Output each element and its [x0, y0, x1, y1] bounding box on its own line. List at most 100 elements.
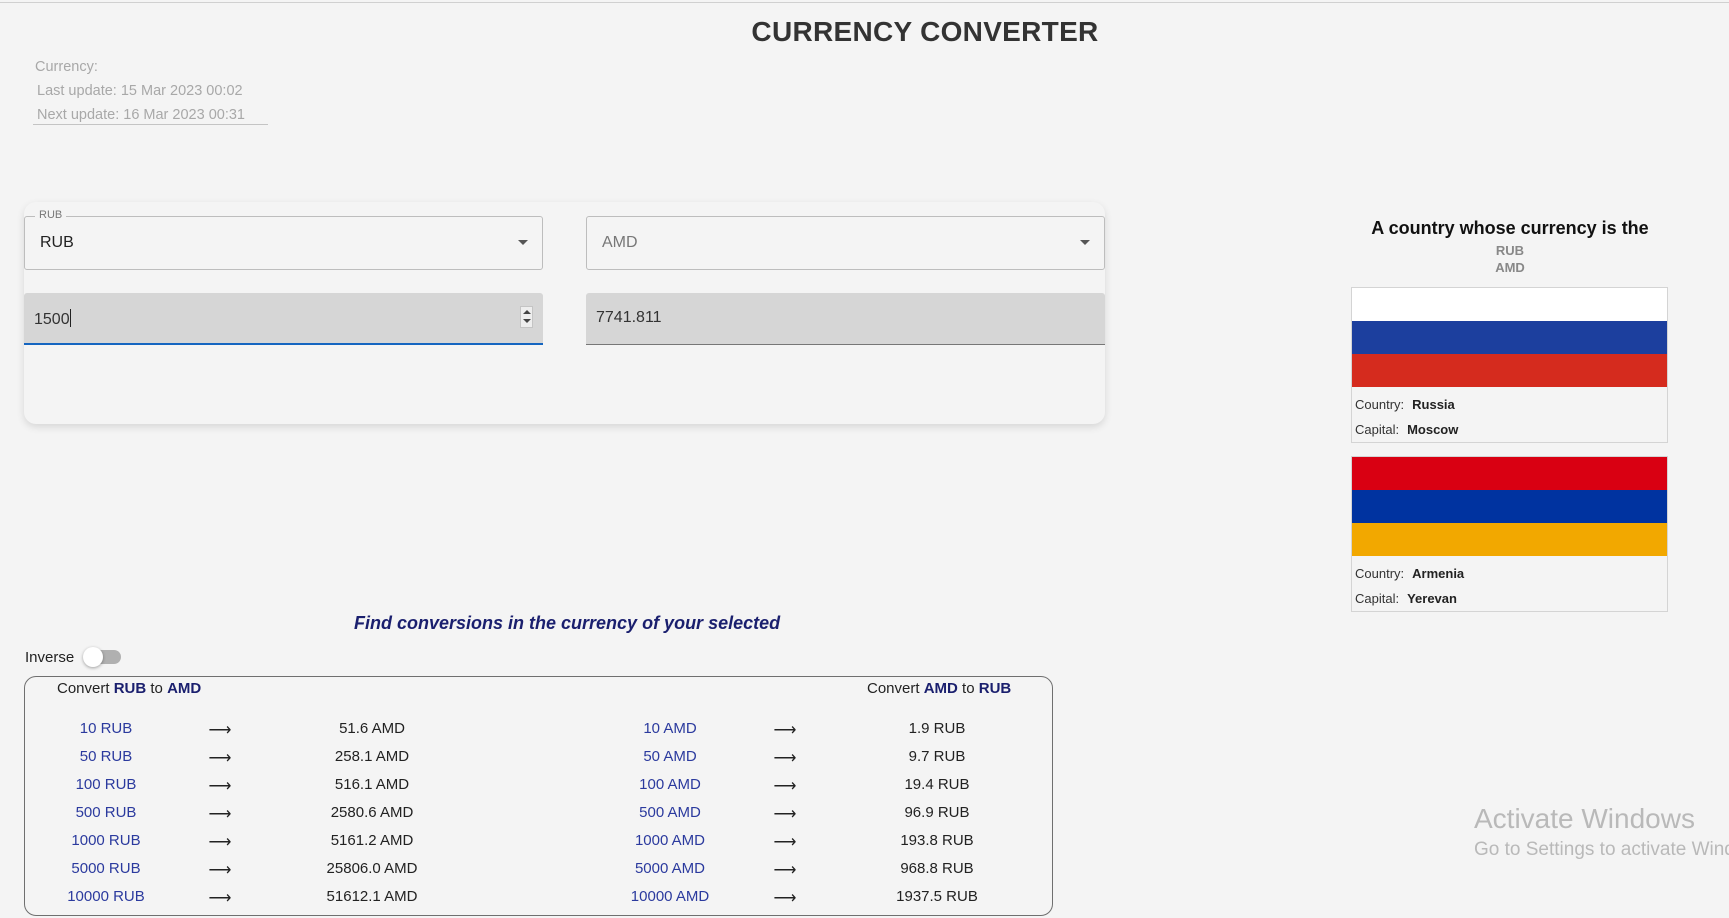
spinner-up-icon[interactable]	[523, 310, 531, 314]
page-title: CURRENCY CONVERTER	[751, 16, 1099, 47]
capital-name: Yerevan	[1407, 591, 1457, 606]
row-from-amount[interactable]: 5000 AMD	[616, 860, 724, 877]
capital-label: Capital:	[1355, 591, 1400, 606]
row-from-amount[interactable]: 10000 RUB	[52, 888, 160, 905]
info-underline	[33, 124, 268, 125]
right-table-header: Convert AMD to RUB	[867, 680, 1011, 697]
header-from-code: RUB	[113, 680, 147, 697]
row-from-amount[interactable]: 100 AMD	[616, 776, 724, 793]
row-from-amount[interactable]: 100 RUB	[52, 776, 160, 793]
amount-input-value[interactable]: 1500	[34, 311, 70, 328]
row-to-amount: 193.8 RUB	[900, 832, 974, 849]
arrow-right-icon: ⟶	[773, 806, 797, 823]
to-currency-value: AMD	[602, 234, 638, 251]
arrow-right-icon: ⟶	[208, 722, 232, 739]
arrow-right-icon: ⟶	[208, 890, 232, 907]
arrow-right-icon: ⟶	[773, 778, 797, 795]
row-from-amount[interactable]: 50 RUB	[52, 748, 160, 765]
currency-label: Currency:	[35, 59, 98, 75]
row-from-amount[interactable]: 10 AMD	[616, 720, 724, 737]
row-to-amount: 516.1 AMD	[334, 776, 410, 793]
result-output: 7741.811	[586, 293, 1105, 345]
top-divider	[0, 2, 1729, 3]
row-to-amount: 1937.5 RUB	[896, 888, 978, 905]
header-prefix: Convert	[57, 680, 110, 697]
country-code-to: AMD	[1495, 260, 1525, 275]
country-line: Country: Russia	[1355, 397, 1455, 412]
row-from-amount[interactable]: 5000 RUB	[52, 860, 160, 877]
row-to-amount: 19.4 RUB	[904, 776, 970, 793]
last-update-text: Last update: 15 Mar 2023 00:02	[37, 83, 243, 99]
from-currency-select[interactable]: RUB RUB	[24, 209, 543, 270]
flag-stripe	[1352, 354, 1667, 387]
row-to-amount: 258.1 AMD	[334, 748, 410, 765]
inverse-label: Inverse	[25, 649, 75, 666]
arrow-right-icon: ⟶	[773, 750, 797, 767]
row-from-amount[interactable]: 10000 AMD	[616, 888, 724, 905]
row-from-amount[interactable]: 500 AMD	[616, 804, 724, 821]
from-currency-legend: RUB	[35, 209, 67, 221]
row-to-amount: 2580.6 AMD	[330, 804, 414, 821]
row-to-amount: 51612.1 AMD	[326, 888, 418, 905]
amount-input[interactable]: 1500	[24, 293, 543, 345]
arrow-right-icon: ⟶	[773, 834, 797, 851]
header-to-code: RUB	[978, 680, 1012, 697]
update-info: Currency: Last update: 15 Mar 2023 00:02…	[35, 55, 245, 127]
header-mid: to	[150, 680, 163, 697]
flag-stripe	[1352, 321, 1667, 354]
text-caret	[69, 309, 71, 327]
result-output-value: 7741.811	[596, 309, 662, 326]
row-to-amount: 968.8 RUB	[900, 860, 974, 877]
header-to-code: AMD	[167, 680, 202, 697]
row-from-amount[interactable]: 50 AMD	[616, 748, 724, 765]
country-code-from: RUB	[1495, 243, 1525, 258]
country-label: Country:	[1355, 397, 1405, 412]
arrow-right-icon: ⟶	[208, 778, 232, 795]
capital-label: Capital:	[1355, 422, 1400, 437]
country-name: Russia	[1412, 397, 1455, 412]
toggle-knob[interactable]	[83, 647, 103, 667]
header-prefix: Convert	[867, 680, 920, 697]
row-from-amount[interactable]: 1000 RUB	[52, 832, 160, 849]
spinner-down-icon[interactable]	[523, 319, 531, 323]
to-currency-select[interactable]: AMD	[586, 216, 1105, 270]
windows-activation-watermark: Activate Windows Go to Settings to activ…	[1474, 803, 1729, 861]
row-to-amount: 9.7 RUB	[908, 748, 966, 765]
row-to-amount: 25806.0 AMD	[326, 860, 418, 877]
flag-stripe	[1352, 457, 1667, 490]
flag-stripe	[1352, 288, 1667, 321]
arrow-right-icon: ⟶	[208, 750, 232, 767]
arrow-right-icon: ⟶	[773, 862, 797, 879]
row-to-amount: 96.9 RUB	[904, 804, 970, 821]
arrow-right-icon: ⟶	[208, 834, 232, 851]
watermark-line-2: Go to Settings to activate Windows.	[1474, 839, 1729, 860]
conversion-table	[24, 676, 1053, 916]
capital-line: Capital: Moscow	[1355, 422, 1458, 437]
row-to-amount: 5161.2 AMD	[330, 832, 414, 849]
country-card-armenia: Country: Armenia Capital: Yerevan	[1351, 456, 1668, 612]
header-mid: to	[962, 680, 975, 697]
header-from-code: AMD	[923, 680, 958, 697]
flag-stripe	[1352, 523, 1667, 556]
number-spinner[interactable]	[520, 306, 533, 328]
country-label: Country:	[1355, 566, 1405, 581]
arrow-right-icon: ⟶	[208, 862, 232, 879]
country-name: Armenia	[1412, 566, 1465, 581]
inverse-toggle[interactable]	[83, 647, 121, 667]
conversions-title: Find conversions in the currency of your…	[354, 613, 781, 633]
flag-stripe	[1352, 490, 1667, 523]
country-line: Country: Armenia	[1355, 566, 1464, 581]
from-currency-value: RUB	[40, 234, 74, 251]
row-from-amount[interactable]: 1000 AMD	[616, 832, 724, 849]
capital-name: Moscow	[1407, 422, 1459, 437]
left-table-header: Convert RUB to AMD	[57, 680, 201, 697]
country-panel-heading: A country whose currency is the	[1371, 218, 1649, 238]
capital-line: Capital: Yerevan	[1355, 591, 1457, 606]
row-from-amount[interactable]: 10 RUB	[52, 720, 160, 737]
arrow-right-icon: ⟶	[773, 890, 797, 907]
watermark-line-1: Activate Windows	[1474, 803, 1695, 834]
chevron-down-icon[interactable]	[1080, 240, 1090, 245]
row-from-amount[interactable]: 500 RUB	[52, 804, 160, 821]
chevron-down-icon[interactable]	[518, 240, 528, 245]
arrow-right-icon: ⟶	[208, 806, 232, 823]
